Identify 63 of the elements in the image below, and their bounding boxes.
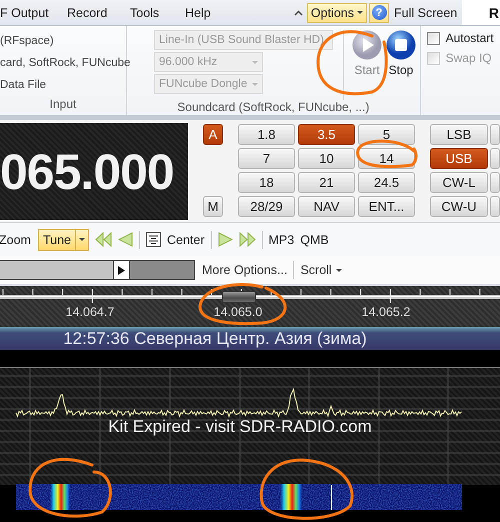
mode-button[interactable]	[490, 172, 500, 193]
band-button[interactable]: 5	[358, 124, 415, 145]
caret-icon	[357, 11, 363, 14]
double-right-arrow-icon	[238, 231, 256, 248]
band-button[interactable]: 1.8	[238, 124, 295, 145]
caret-icon	[252, 60, 258, 64]
scale-label: 14.065.0	[212, 305, 264, 319]
play-icon	[118, 266, 125, 274]
buffer-segment	[130, 261, 194, 279]
status-text: 12:57:36 Северная Центр. Азия (зима)	[63, 328, 367, 348]
mode-button[interactable]: USB	[430, 148, 488, 169]
qmb-button[interactable]: QMB	[300, 232, 329, 246]
checkbox-label: Swap IQ	[446, 51, 492, 65]
mode-button[interactable]: CW-L	[430, 172, 488, 193]
group-label: Input	[48, 97, 78, 113]
mode-button[interactable]	[490, 148, 500, 169]
scroll-menu[interactable]: Scroll	[300, 263, 342, 277]
band-button[interactable]: NAV	[298, 196, 355, 217]
more-options-button[interactable]: More Options...	[202, 263, 288, 277]
caret-icon	[336, 268, 342, 272]
play-icon	[352, 30, 382, 60]
stop-icon	[386, 30, 416, 60]
input-option[interactable]: (RFspace)	[0, 30, 126, 52]
mp3-button[interactable]: MP3	[268, 232, 294, 246]
logo-text: R	[462, 0, 500, 25]
expiry-notice: Kit Expired - visit SDR-RADIO.com	[108, 417, 372, 436]
band-button[interactable]: 28/29	[238, 196, 295, 217]
band-button[interactable]: 3.5	[298, 124, 355, 145]
menu-item[interactable]: F Output	[0, 6, 67, 20]
band-button[interactable]: 24.5	[358, 172, 415, 193]
vfo-button[interactable]: M	[203, 196, 223, 217]
double-left-arrow-icon	[94, 231, 112, 248]
group-label: Soundcard (SoftRock, FUNcube, ...)	[176, 100, 370, 116]
mode-button[interactable]: CW-U	[430, 196, 488, 217]
band-button[interactable]: ENT...	[358, 196, 415, 217]
full-screen-menu[interactable]: Full Screen	[394, 6, 460, 20]
caret-icon	[78, 238, 85, 241]
input-option[interactable]: Data File	[0, 74, 126, 96]
menu-item[interactable]: Help	[185, 6, 211, 20]
mode-button[interactable]	[490, 124, 500, 145]
tune-button[interactable]: Tune	[38, 228, 89, 250]
collapse-ribbon-icon	[294, 10, 303, 16]
scale-label: 14.065.2	[360, 305, 412, 319]
band-button[interactable]: 7	[238, 148, 295, 169]
checkbox[interactable]	[426, 32, 440, 44]
tuning-handle[interactable]	[222, 291, 256, 303]
center-icon	[146, 232, 161, 247]
center-button[interactable]: Center	[166, 232, 205, 246]
frequency-display: 065.000	[0, 123, 188, 220]
left-arrow-icon	[118, 231, 133, 248]
right-arrow-icon	[218, 231, 233, 248]
band-button[interactable]: 21	[298, 172, 355, 193]
caret-icon	[252, 82, 258, 86]
band-button[interactable]: 18	[238, 172, 295, 193]
scale-label: 14.064.7	[64, 305, 116, 319]
options-button[interactable]: Options	[306, 2, 367, 22]
menu-item[interactable]: Record	[67, 6, 130, 20]
menu-item[interactable]: Tools	[130, 6, 185, 20]
band-button[interactable]: 10	[298, 148, 355, 169]
mode-button[interactable]	[490, 196, 500, 217]
mode-button[interactable]: LSB	[430, 124, 488, 145]
vfo-button[interactable]: A	[203, 124, 223, 145]
checkbox-label: Autostart	[446, 31, 494, 45]
